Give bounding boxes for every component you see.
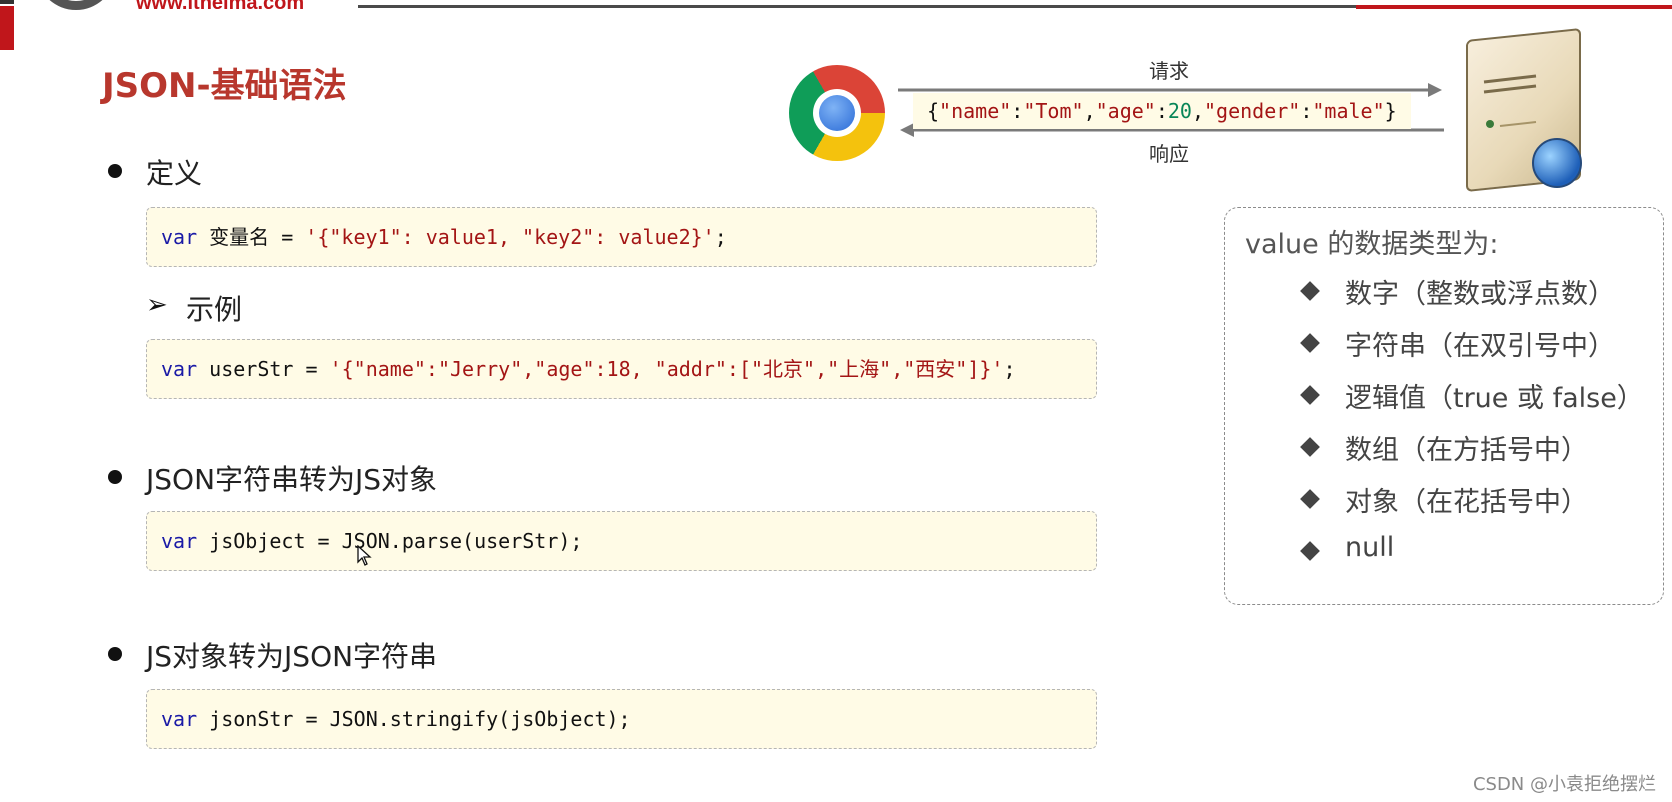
json-colon: :: [1155, 99, 1168, 123]
section-heading-example: 示例: [186, 293, 243, 326]
json-example: {"name":"Tom","age":20,"gender":"male"}: [913, 93, 1411, 129]
slide-title: JSON-基础语法: [102, 66, 347, 106]
code-plain: ;: [1003, 357, 1016, 381]
code-keyword: var: [161, 707, 198, 731]
logo-icon: [36, 0, 116, 10]
response-label: 响应: [1149, 142, 1189, 166]
value-type-item: 逻辑值（true 或 false）: [1345, 383, 1644, 414]
json-value: "male": [1312, 99, 1385, 123]
json-comma: ,: [1191, 99, 1205, 123]
value-type-item: 数组（在方括号中）: [1345, 435, 1588, 466]
bullet-icon: [108, 164, 122, 178]
json-comma: ,: [1083, 99, 1096, 123]
code-plain: jsonStr = JSON.stringify(jsObject);: [197, 707, 631, 731]
section-heading-definition: 定义: [146, 157, 203, 190]
code-keyword: var: [161, 357, 198, 381]
json-value: "Tom": [1023, 99, 1084, 123]
globe-icon: [1532, 138, 1582, 188]
code-plain: jsObject = JSON.parse(userStr);: [197, 529, 583, 553]
code-string: '{"name":"Jerry","age":18, "addr":["北京",…: [329, 357, 1004, 381]
json-key: "name": [939, 99, 1012, 123]
section-heading-parse: JSON字符串转为JS对象: [146, 463, 438, 496]
code-block-stringify: var jsonStr = JSON.stringify(jsObject);: [146, 689, 1097, 749]
json-brace: {: [927, 99, 940, 123]
top-red-divider: [1356, 5, 1672, 9]
code-block-parse: var jsObject = JSON.parse(userStr);: [146, 511, 1097, 571]
code-string: '{"key1": value1, "key2": value2}': [305, 225, 715, 249]
bullet-icon: [108, 470, 122, 484]
code-block-definition: var 变量名 = '{"key1": value1, "key2": valu…: [146, 207, 1097, 267]
arrowhead-icon: ➢: [146, 290, 168, 320]
json-key: "age": [1095, 99, 1156, 123]
code-keyword: var: [161, 225, 198, 249]
code-plain: 变量名 =: [197, 225, 306, 249]
section-heading-stringify: JS对象转为JSON字符串: [146, 640, 438, 673]
value-type-item: 数字（整数或浮点数）: [1345, 279, 1615, 310]
bullet-icon: [108, 647, 122, 661]
value-type-item: 字符串（在双引号中）: [1345, 331, 1615, 362]
json-brace: }: [1384, 99, 1397, 123]
code-block-example: var userStr = '{"name":"Jerry","age":18,…: [146, 339, 1097, 399]
code-plain: ;: [714, 225, 727, 249]
value-type-item: 对象（在花括号中）: [1345, 487, 1588, 518]
code-keyword: var: [161, 529, 198, 553]
mouse-cursor-icon: [357, 545, 372, 566]
watermark: CSDN @小袁拒绝摆烂: [1472, 774, 1656, 795]
code-plain: userStr =: [197, 357, 330, 381]
value-types-title: value 的数据类型为:: [1245, 229, 1499, 260]
value-type-item: null: [1345, 532, 1395, 563]
json-number: 20: [1167, 99, 1192, 123]
chrome-core: [819, 95, 855, 131]
json-colon: :: [1011, 99, 1024, 123]
left-dark-bar: [0, 0, 14, 4]
logo-text: www.itheima.com: [136, 0, 305, 14]
json-key: "gender": [1204, 99, 1301, 123]
json-colon: :: [1300, 99, 1313, 123]
left-red-bar: [0, 6, 14, 50]
